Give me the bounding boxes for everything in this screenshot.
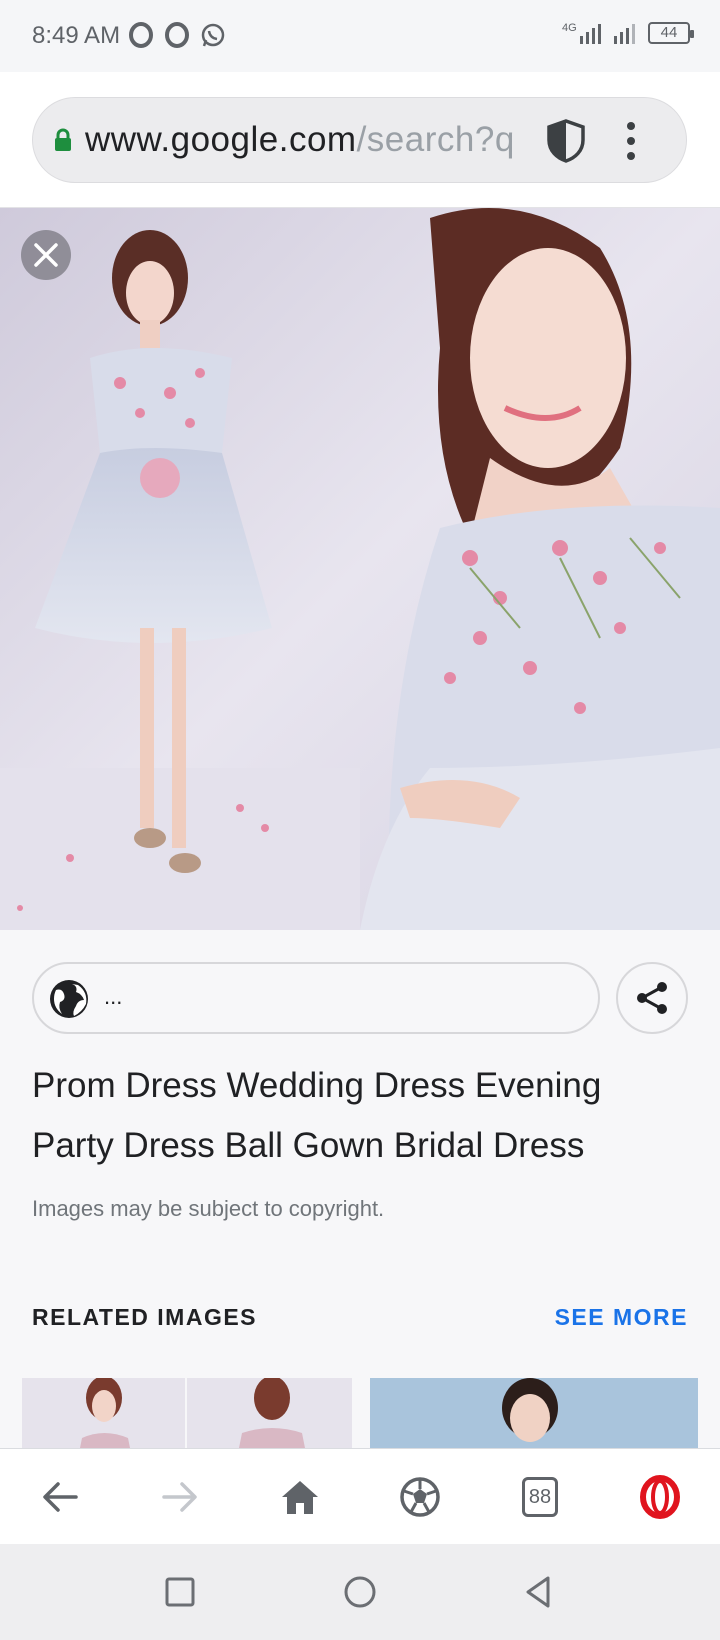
status-right: 4G 44 <box>562 20 694 46</box>
url-text[interactable]: www.google.com/search?q <box>85 120 543 160</box>
copyright-notice: Images may be subject to copyright. <box>32 1196 385 1221</box>
related-images-heading: RELATED IMAGES <box>32 1304 258 1330</box>
arrow-right-icon <box>162 1482 197 1512</box>
url-path: /search?q <box>356 120 515 159</box>
signal-icon <box>614 24 635 44</box>
arrow-left-icon <box>43 1482 78 1512</box>
triangle-back-icon <box>526 1576 550 1608</box>
globe-icon <box>50 980 88 1018</box>
preview-image[interactable] <box>0 208 720 930</box>
browser-header: www.google.com/search?q <box>0 72 720 208</box>
square-icon <box>165 1577 195 1607</box>
close-icon <box>34 243 58 267</box>
lock-icon <box>55 128 71 151</box>
notification-icons <box>128 22 226 48</box>
more-options-icon[interactable] <box>625 122 637 160</box>
browser-toolbar: 88 <box>0 1448 720 1544</box>
home-icon <box>282 1481 318 1514</box>
back-system-button[interactable] <box>514 1568 562 1616</box>
dress-photo <box>0 208 720 930</box>
signal-4g-icon: 4G <box>562 22 601 44</box>
soccer-ball-icon <box>400 1477 440 1517</box>
tabs-button[interactable]: 88 <box>510 1467 570 1527</box>
close-button[interactable] <box>21 230 71 280</box>
status-bar: 8:49 AM 4G 44 <box>0 0 720 72</box>
system-navigation-bar <box>0 1544 720 1640</box>
home-system-button[interactable] <box>336 1568 384 1616</box>
url-domain: www.google.com <box>85 120 357 159</box>
source-text: ... <box>104 984 123 1009</box>
status-time: 8:49 AM <box>32 22 121 49</box>
opera-logo-icon <box>640 1475 680 1519</box>
image-title[interactable]: Prom Dress Wedding Dress Evening Party D… <box>32 1056 682 1176</box>
see-more-link[interactable]: SEE MORE <box>555 1304 688 1331</box>
discover-button[interactable] <box>390 1467 450 1527</box>
share-button[interactable] <box>616 962 688 1034</box>
source-link[interactable]: ... <box>32 962 600 1034</box>
related-thumbnail[interactable] <box>370 1378 698 1448</box>
opera-icon <box>129 22 153 48</box>
whatsapp-icon <box>201 23 225 47</box>
opera-menu-button[interactable] <box>630 1467 690 1527</box>
network-type: 4G <box>562 22 577 34</box>
related-thumbnail[interactable] <box>22 1378 352 1448</box>
forward-button[interactable] <box>150 1467 210 1527</box>
battery-indicator: 44 <box>648 22 694 44</box>
recent-apps-button[interactable] <box>156 1568 204 1616</box>
address-bar[interactable]: www.google.com/search?q <box>32 97 687 183</box>
home-button[interactable] <box>270 1467 330 1527</box>
tab-count: 88 <box>522 1477 558 1517</box>
opera-icon <box>165 22 189 48</box>
back-button[interactable] <box>30 1467 90 1527</box>
related-thumbnails <box>22 1378 698 1448</box>
circle-icon <box>344 1576 376 1608</box>
share-icon <box>637 982 667 1014</box>
shield-icon[interactable] <box>545 118 587 164</box>
